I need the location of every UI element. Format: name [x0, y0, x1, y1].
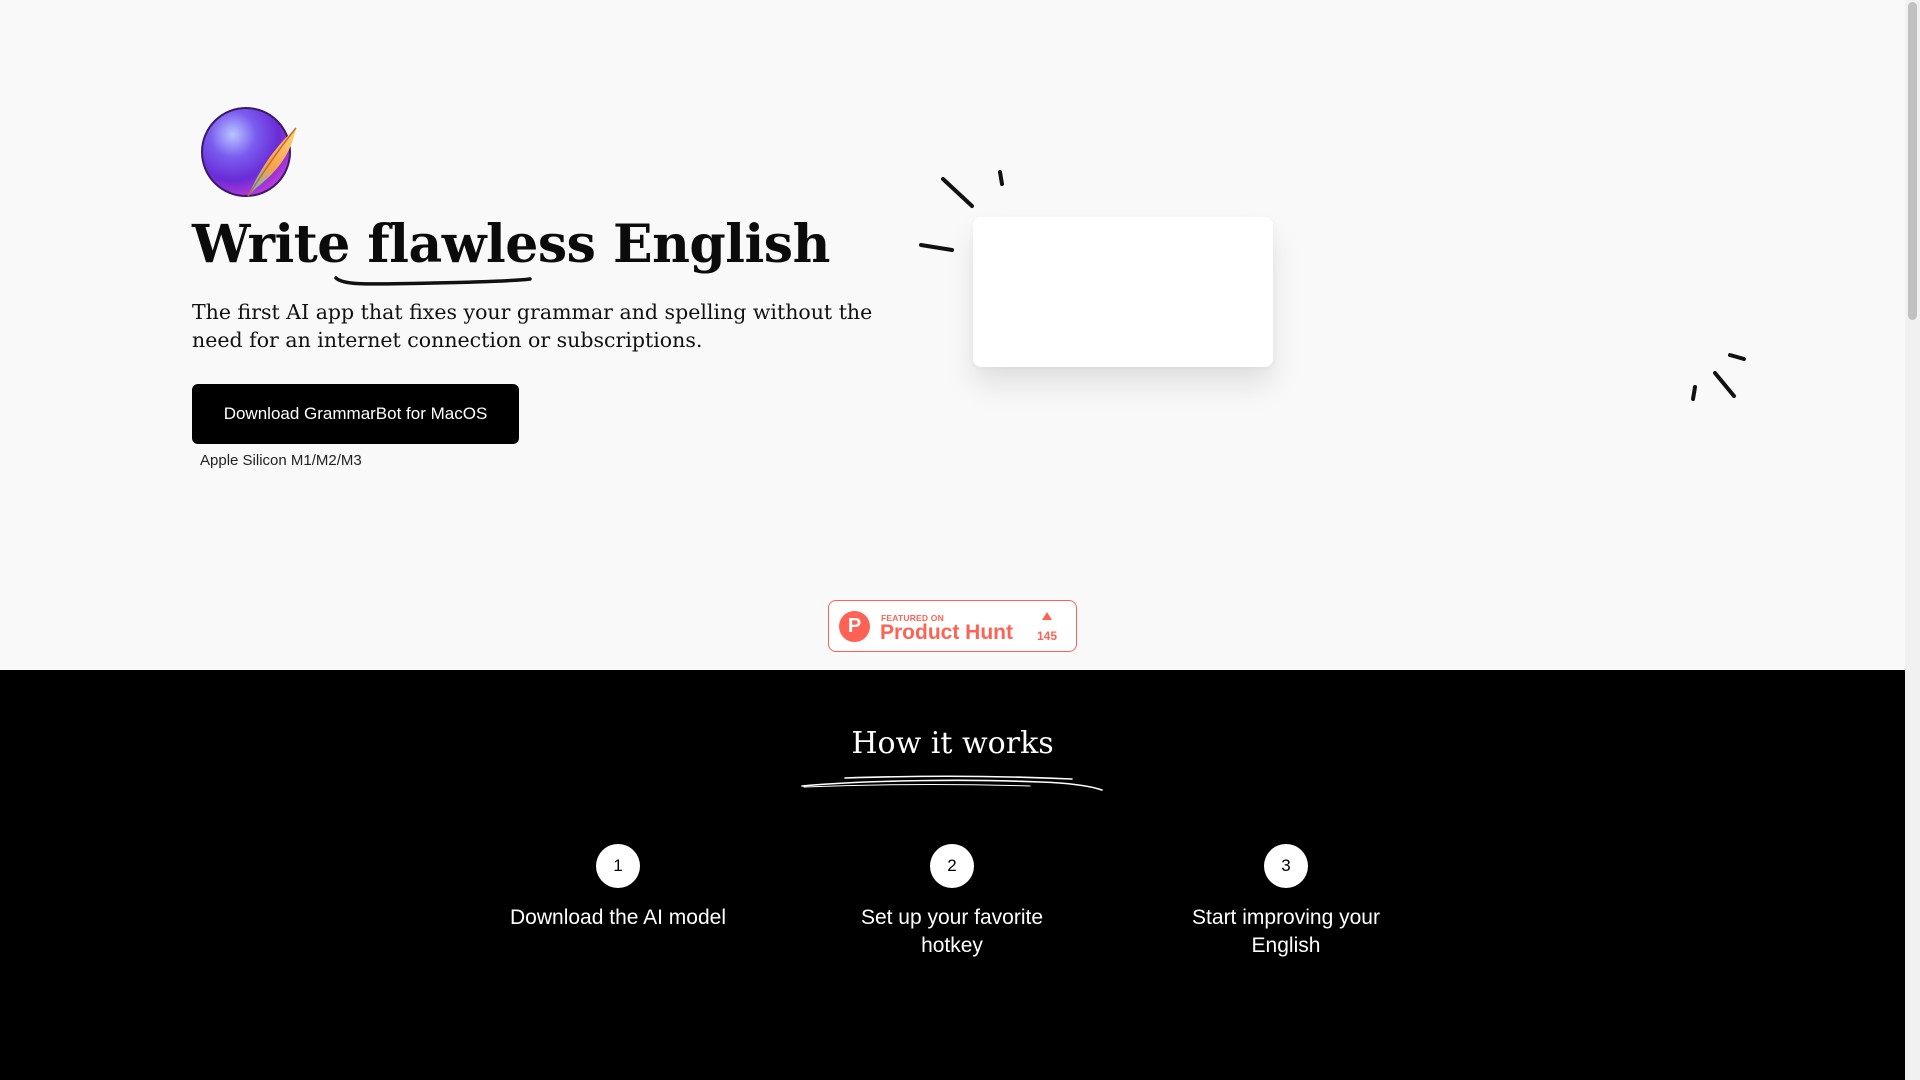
how-it-works-title: How it works: [851, 726, 1054, 761]
headline-end: English: [595, 214, 830, 275]
upvote-count: 145: [1036, 629, 1058, 643]
step-label: Download the AI model: [510, 906, 726, 929]
step-number: 2: [930, 844, 974, 888]
product-hunt-badge[interactable]: P FEATURED ON Product Hunt 145: [828, 600, 1077, 652]
step-2: 2 Set up your favorite hotkey: [822, 844, 1082, 960]
feather-orb-logo-icon: [201, 107, 297, 197]
scrollbar-thumb[interactable]: [1908, 2, 1917, 320]
step-label: Start improving your English: [1192, 906, 1380, 957]
step-label: Set up your favorite hotkey: [860, 906, 1044, 957]
headline: Write flawless English: [192, 214, 830, 275]
product-hunt-logo-icon: P: [839, 611, 870, 642]
hero-subtitle: The first AI app that fixes your grammar…: [192, 300, 873, 352]
preview-card: [973, 217, 1273, 367]
step-3: 3 Start improving your English: [1156, 844, 1416, 960]
download-caption: Apple Silicon M1/M2/M3: [200, 452, 362, 469]
how-it-works-section: How it works 1 Download the AI model 2 S…: [0, 670, 1905, 1080]
how-it-works-underline: [801, 775, 1103, 791]
headline-emphasis: flawless: [367, 214, 596, 275]
step-number: 3: [1264, 844, 1308, 888]
download-button[interactable]: Download GrammarBot for MacOS: [192, 384, 519, 444]
upvote-arrow-icon: [1042, 612, 1052, 620]
hero-section: Write flawless English The first AI app …: [0, 0, 1905, 670]
page: Write flawless English The first AI app …: [0, 0, 1920, 1080]
step-1: 1 Download the AI model: [488, 844, 748, 932]
headline-start: Write: [192, 214, 368, 275]
step-number: 1: [596, 844, 640, 888]
product-hunt-name: Product Hunt: [880, 621, 1013, 644]
headline-underline: [334, 276, 532, 286]
